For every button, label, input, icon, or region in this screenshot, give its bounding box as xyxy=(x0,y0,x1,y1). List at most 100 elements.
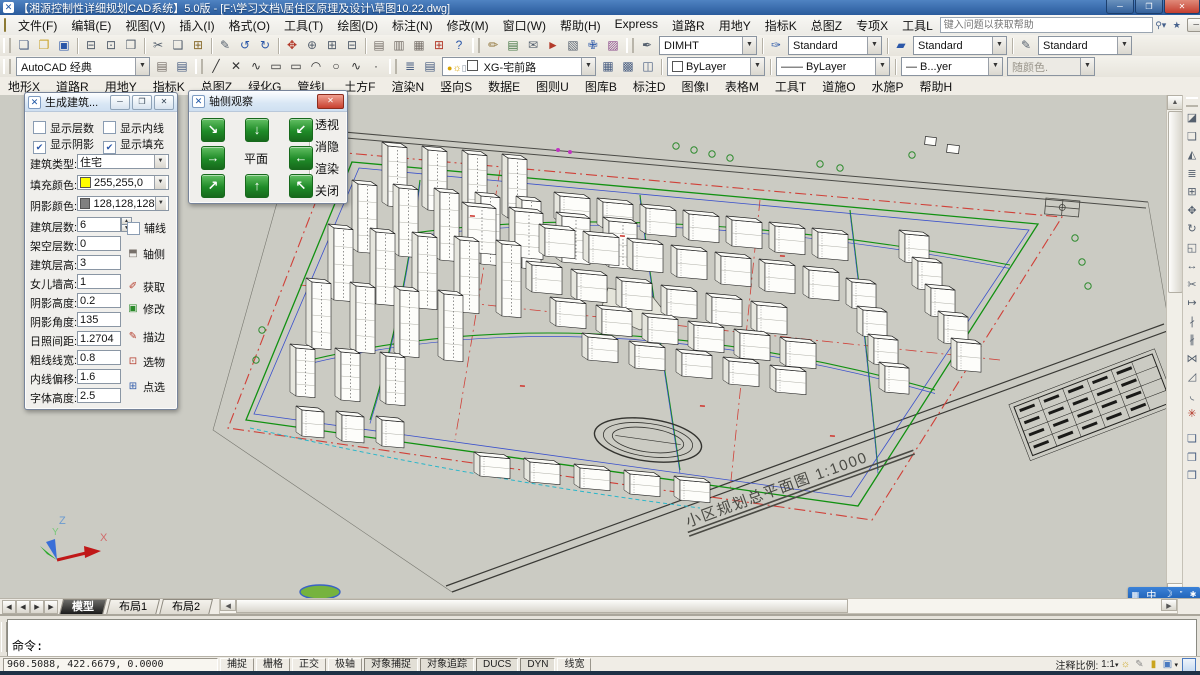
layer-previous-icon[interactable]: ▦ xyxy=(599,57,618,76)
field-combo-2[interactable]: 255,255,0▼ xyxy=(77,175,169,190)
axon-button-3[interactable]: 渲染 xyxy=(315,160,345,177)
side-button-5[interactable]: ⊡选物 xyxy=(127,354,165,370)
vertical-scroll-thumb[interactable] xyxy=(1168,111,1183,293)
color-combo[interactable]: ByLayer▼ xyxy=(667,57,765,76)
status-toggle-栅格[interactable]: 栅格 xyxy=(256,658,290,672)
chevron-down-icon[interactable]: ▼ xyxy=(867,37,881,54)
send-to-back-icon[interactable]: ❐ xyxy=(1183,449,1200,467)
zoom-realtime-icon[interactable]: ⊕ xyxy=(303,36,322,55)
point-icon[interactable]: · xyxy=(367,57,386,76)
match-properties-icon[interactable]: ✎ xyxy=(216,36,235,55)
side-button-4[interactable]: ✎描边 xyxy=(127,329,165,345)
axon-button-2[interactable]: 消隐 xyxy=(315,138,345,155)
plugin-menu-item-9[interactable]: 渲染N xyxy=(383,77,432,96)
view-arrow-button-←[interactable]: ← xyxy=(289,146,313,170)
ext-5-icon[interactable]: ▧ xyxy=(564,36,583,55)
workspace-combo[interactable]: AutoCAD 经典▼ xyxy=(16,57,150,76)
toolbar-drag-handle[interactable] xyxy=(1186,97,1198,107)
save-icon[interactable]: ▣ xyxy=(55,36,74,55)
menu-item-7[interactable]: 绘图(D) xyxy=(330,15,385,36)
toolbar-grip[interactable] xyxy=(3,38,11,53)
cut-icon[interactable]: ✂ xyxy=(149,36,168,55)
view-arrow-button-↓[interactable]: ↓ xyxy=(245,118,269,142)
spline-icon[interactable]: ∿ xyxy=(347,57,366,76)
chevron-down-icon[interactable]: ▼ xyxy=(135,58,149,75)
layer-combo[interactable]: ●☼▯XG-宅前路▼ xyxy=(442,57,596,76)
stretch-icon[interactable]: ↔ xyxy=(1183,257,1200,275)
menu-item-6[interactable]: 工具(T) xyxy=(277,15,330,36)
scroll-up-icon[interactable]: ▲ xyxy=(1167,95,1183,110)
paste-icon[interactable]: ⊞ xyxy=(189,36,208,55)
fillet-icon[interactable]: ◟ xyxy=(1183,387,1200,405)
menu-item-13[interactable]: 道路R xyxy=(665,15,712,36)
dialog-close-icon[interactable]: ✕ xyxy=(317,94,344,109)
extend-icon[interactable]: ↦ xyxy=(1183,294,1200,312)
chevron-down-icon[interactable]: ▼ xyxy=(155,197,166,210)
explode-icon[interactable]: ✳ xyxy=(1183,405,1200,423)
table-style-combo[interactable]: Standard▼ xyxy=(1038,36,1132,55)
chevron-down-icon[interactable]: ▼ xyxy=(154,176,166,189)
text-style-combo[interactable]: Standard▼ xyxy=(788,36,882,55)
move-icon[interactable]: ✥ xyxy=(1183,202,1200,220)
side-button-2[interactable]: ✐获取 xyxy=(127,279,165,295)
checkbox-icon[interactable]: ✔ xyxy=(33,141,46,154)
toolbar-grip[interactable] xyxy=(472,38,480,53)
annotation-auto-icon[interactable]: ✎ xyxy=(1132,659,1146,670)
help-search-input[interactable] xyxy=(940,17,1153,33)
menu-item-14[interactable]: 用地Y xyxy=(712,15,758,36)
checkbox-icon[interactable] xyxy=(103,121,116,134)
checkbox-icon[interactable] xyxy=(127,222,140,235)
rotate-icon[interactable]: ↻ xyxy=(1183,220,1200,238)
status-toggle-DYN[interactable]: DYN xyxy=(520,658,555,672)
undo-icon[interactable]: ↺ xyxy=(236,36,255,55)
checkbox-icon[interactable] xyxy=(33,121,46,134)
lock-icon[interactable]: ▮ xyxy=(1146,659,1160,670)
status-toggle-线宽[interactable]: 线宽 xyxy=(557,658,591,672)
menu-item-4[interactable]: 插入(I) xyxy=(172,15,221,36)
chevron-down-icon[interactable]: ▼ xyxy=(988,58,1002,75)
copy-icon[interactable]: ❑ xyxy=(1183,128,1200,146)
plugin-menu-item-19[interactable]: 水施P xyxy=(864,77,912,96)
ext-7-icon[interactable]: ▨ xyxy=(604,36,623,55)
checkbox-icon[interactable]: ✔ xyxy=(103,141,116,154)
chevron-down-icon[interactable]: ▼ xyxy=(154,155,166,168)
side-button-3[interactable]: ▣修改 xyxy=(127,301,165,317)
view-arrow-button-↙[interactable]: ↙ xyxy=(289,118,313,142)
toolbar-grip[interactable] xyxy=(626,38,634,53)
scroll-right-icon[interactable]: ▶ xyxy=(1161,599,1177,611)
lineweight-combo[interactable]: — B...yer▼ xyxy=(901,57,1003,76)
line-icon[interactable]: ╱ xyxy=(207,57,226,76)
qnew-icon[interactable]: ❏ xyxy=(15,36,34,55)
plugin-menu-item-16[interactable]: 表格M xyxy=(717,77,767,96)
text-style-icon[interactable]: ✑ xyxy=(767,36,786,55)
tool-palettes-icon[interactable]: ▤ xyxy=(370,36,389,55)
view-arrow-button-↖[interactable]: ↖ xyxy=(289,174,313,198)
dim-style-icon[interactable]: ✒ xyxy=(638,36,657,55)
axon-button-1[interactable]: 透视 xyxy=(315,116,345,133)
field-input-阴影高度[interactable]: 0.2 xyxy=(77,293,121,308)
markup-manager-icon[interactable]: ▦ xyxy=(410,36,429,55)
trim-icon[interactable]: ✂ xyxy=(1183,276,1200,294)
open-icon[interactable]: ❐ xyxy=(35,36,54,55)
field-input-内线偏移[interactable]: 1.6 xyxy=(77,369,121,384)
dialog-minimize-icon[interactable]: ─ xyxy=(110,95,130,110)
status-menu-caret-icon[interactable]: ▾ xyxy=(1174,661,1178,669)
plugin-menu-item-11[interactable]: 数据E xyxy=(480,77,528,96)
menu-item-11[interactable]: 帮助(H) xyxy=(553,15,608,36)
generate-building-dialog-titlebar[interactable]: ✕ 生成建筑... ─❐✕ xyxy=(25,93,177,112)
toolbar-grip[interactable] xyxy=(389,59,397,74)
dim-style-combo[interactable]: Standard▼ xyxy=(913,36,1007,55)
favorites-star-icon[interactable]: ★ xyxy=(1169,18,1185,32)
ext-6-icon[interactable]: ✙ xyxy=(584,36,603,55)
first-tab-icon[interactable]: ◀ xyxy=(2,600,16,614)
field-combo-3[interactable]: 128,128,128▼ xyxy=(77,196,169,211)
dialog-close-icon[interactable]: ✕ xyxy=(154,95,174,110)
sheetset-manager-icon[interactable]: ▥ xyxy=(390,36,409,55)
field-input-字体高度[interactable]: 2.5 xyxy=(77,388,121,403)
polyline-icon[interactable]: ∿ xyxy=(247,57,266,76)
offset-icon[interactable]: ≣ xyxy=(1183,165,1200,183)
tab-布局1[interactable]: 布局1 xyxy=(106,599,160,615)
toolbar-grip[interactable] xyxy=(195,59,203,74)
break-icon[interactable]: ∦ xyxy=(1183,331,1200,349)
refresh-icon[interactable]: ▣ xyxy=(1160,659,1174,670)
